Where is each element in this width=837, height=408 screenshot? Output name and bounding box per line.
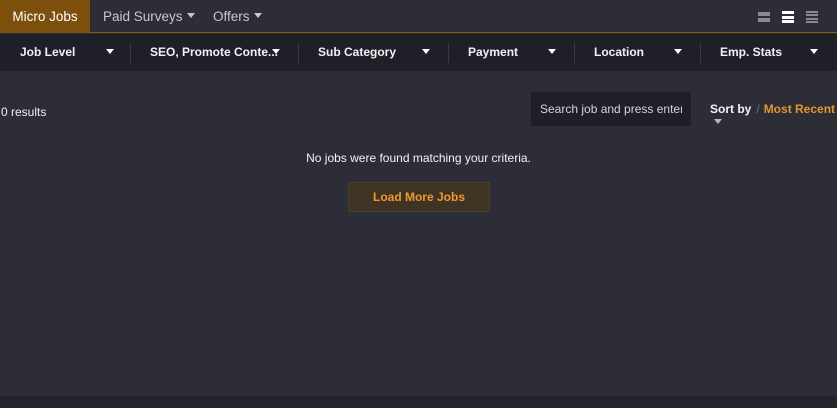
sort-control: Sort by / Most Recent — [710, 102, 837, 130]
filter-bar: Job Level SEO, Promote Conte... Sub Cate… — [0, 34, 837, 71]
sort-dropdown[interactable]: Most Recent — [764, 102, 835, 116]
filter-label: Emp. Stats — [720, 45, 783, 59]
tab-label: Offers — [213, 9, 250, 24]
filter-emp-stats[interactable]: Emp. Stats — [720, 34, 818, 71]
caret-down-icon — [422, 49, 430, 54]
caret-down-icon — [106, 49, 114, 54]
tab-label: Micro Jobs — [12, 9, 78, 24]
filter-label: Sub Category — [318, 45, 397, 59]
results-count: 0 results — [1, 105, 47, 119]
view-toggle-group — [758, 11, 824, 25]
search-input[interactable] — [531, 92, 691, 126]
filter-sub-category[interactable]: Sub Category — [318, 34, 430, 71]
tab-label: Paid Surveys — [103, 9, 183, 24]
filter-label: Payment — [468, 45, 519, 59]
filter-payment[interactable]: Payment — [468, 34, 556, 71]
footer-strip — [0, 396, 837, 408]
grid-view-icon[interactable] — [758, 11, 770, 23]
caret-down-icon — [186, 12, 195, 18]
list-view-icon[interactable] — [782, 11, 794, 23]
compact-list-view-icon[interactable] — [806, 11, 818, 23]
filter-divider — [298, 43, 299, 63]
filter-label: Location — [594, 45, 644, 59]
filter-divider — [130, 43, 131, 63]
filter-divider — [574, 43, 575, 63]
load-more-button[interactable]: Load More Jobs — [348, 182, 490, 212]
filter-divider — [700, 43, 701, 63]
tab-paid-surveys[interactable]: Paid Surveys — [91, 0, 207, 33]
filter-label: Job Level — [20, 45, 76, 59]
filter-label: SEO, Promote Conte... — [150, 45, 279, 59]
caret-down-icon — [810, 49, 818, 54]
filter-job-level[interactable]: Job Level — [20, 34, 114, 71]
tab-offers[interactable]: Offers — [201, 0, 274, 33]
empty-state-message: No jobs were found matching your criteri… — [306, 151, 531, 165]
filter-category[interactable]: SEO, Promote Conte... — [150, 34, 280, 71]
caret-down-icon — [548, 49, 556, 54]
filter-location[interactable]: Location — [594, 34, 682, 71]
caret-down-icon — [674, 49, 682, 54]
caret-down-icon — [253, 12, 262, 18]
caret-down-icon — [272, 49, 280, 54]
top-tab-bar: Micro Jobs Paid Surveys Offers — [0, 0, 837, 33]
sort-separator: / — [756, 102, 760, 116]
sort-label: Sort by — [710, 102, 752, 116]
caret-down-icon — [714, 119, 722, 125]
tab-micro-jobs[interactable]: Micro Jobs — [0, 0, 90, 33]
filter-divider — [448, 43, 449, 63]
